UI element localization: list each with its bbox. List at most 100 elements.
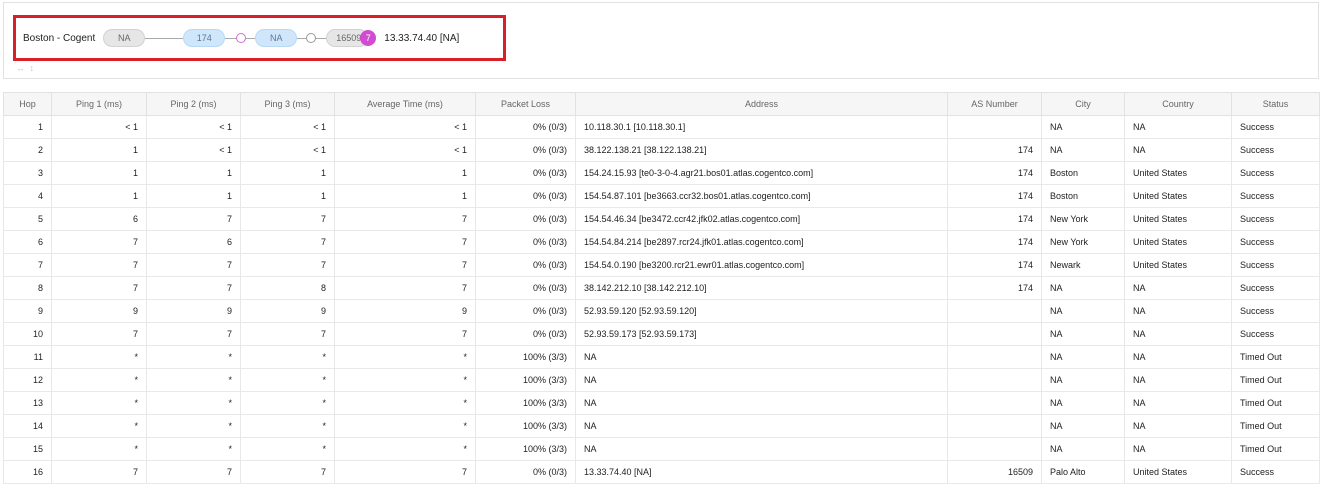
col-header-hop[interactable]: Hop bbox=[3, 92, 52, 116]
as-number-cell bbox=[947, 437, 1042, 461]
as-number-cell bbox=[947, 115, 1042, 139]
col-header-as-number[interactable]: AS Number bbox=[947, 92, 1042, 116]
table-row[interactable]: 6 7 6 7 7 0% (0/3) 154.54.84.214 [be2897.rcr24… bbox=[3, 230, 1320, 254]
path-connector bbox=[297, 37, 307, 39]
path-node-2[interactable]: 174 bbox=[183, 29, 226, 47]
table-row[interactable]: 7 7 7 7 7 0% (0/3) 154.54.0.190 [be3200.rcr21.… bbox=[3, 253, 1320, 277]
table-row[interactable]: 16 7 7 7 7 0% (0/3) 13.33.74.40 [NA] 16509 Palo … bbox=[3, 460, 1320, 484]
col-header-packet-loss[interactable]: Packet Loss bbox=[475, 92, 576, 116]
city-cell: NA bbox=[1041, 115, 1125, 139]
table-row[interactable]: 10 7 7 7 7 0% (0/3) 52.93.59.173 [52.93.59.173… bbox=[3, 322, 1320, 346]
packet-loss-cell: 0% (0/3) bbox=[475, 299, 576, 323]
country-cell: United States bbox=[1124, 253, 1232, 277]
table-row[interactable]: 1 < 1 < 1 < 1 < 1 0% (0/3) 10.118.30.1 [10.118… bbox=[3, 115, 1320, 139]
packet-loss-cell: 0% (0/3) bbox=[475, 230, 576, 254]
table-row[interactable]: 9 9 9 9 9 0% (0/3) 52.93.59.120 [52.93.59.120]… bbox=[3, 299, 1320, 323]
table-row[interactable]: 2 1 < 1 < 1 < 1 0% (0/3) 38.122.138.21 [38.122… bbox=[3, 138, 1320, 162]
packet-loss-cell: 0% (0/3) bbox=[475, 207, 576, 231]
path-connector bbox=[225, 37, 237, 39]
ping2-cell: 7 bbox=[146, 460, 241, 484]
expand-icon[interactable]: ↔ ↕ bbox=[16, 63, 35, 73]
average-cell: 7 bbox=[334, 460, 476, 484]
city-cell: NA bbox=[1041, 368, 1125, 392]
address-cell: 13.33.74.40 [NA] bbox=[575, 460, 948, 484]
table-row[interactable]: 14 * * * * 100% (3/3) NA NA NA Timed Out bbox=[3, 414, 1320, 438]
path-connector bbox=[246, 37, 256, 39]
ping2-cell: * bbox=[146, 414, 241, 438]
ping3-cell: * bbox=[240, 345, 335, 369]
ping2-cell: * bbox=[146, 391, 241, 415]
hop-cell: 6 bbox=[3, 230, 52, 254]
path-node-4[interactable]: 16509 7 bbox=[326, 29, 377, 47]
average-cell: 7 bbox=[334, 230, 476, 254]
ping2-cell: 6 bbox=[146, 230, 241, 254]
packet-loss-cell: 0% (0/3) bbox=[475, 138, 576, 162]
country-cell: NA bbox=[1124, 437, 1232, 461]
table-row[interactable]: 4 1 1 1 1 0% (0/3) 154.54.87.101 [be3663.ccr32… bbox=[3, 184, 1320, 208]
as-number-cell: 174 bbox=[947, 138, 1042, 162]
city-cell: NA bbox=[1041, 391, 1125, 415]
status-cell: Timed Out bbox=[1231, 414, 1320, 438]
average-cell: < 1 bbox=[334, 138, 476, 162]
city-cell: Boston bbox=[1041, 184, 1125, 208]
ping1-cell: 7 bbox=[51, 276, 147, 300]
as-number-cell: 174 bbox=[947, 230, 1042, 254]
table-row[interactable]: 15 * * * * 100% (3/3) NA NA NA Timed Out bbox=[3, 437, 1320, 461]
packet-loss-cell: 100% (3/3) bbox=[475, 345, 576, 369]
status-cell: Success bbox=[1231, 115, 1320, 139]
address-cell: 154.54.0.190 [be3200.rcr21.ewr01.atlas.c… bbox=[575, 253, 948, 277]
average-cell: * bbox=[334, 345, 476, 369]
country-cell: NA bbox=[1124, 299, 1232, 323]
col-header-city[interactable]: City bbox=[1041, 92, 1125, 116]
as-number-cell bbox=[947, 299, 1042, 323]
city-cell: NA bbox=[1041, 299, 1125, 323]
path-node-3[interactable]: NA bbox=[255, 29, 298, 47]
col-header-ping2[interactable]: Ping 2 (ms) bbox=[146, 92, 241, 116]
address-cell: 154.54.84.214 [be2897.rcr24.jfk01.atlas.… bbox=[575, 230, 948, 254]
ping1-cell: 1 bbox=[51, 184, 147, 208]
country-cell: NA bbox=[1124, 115, 1232, 139]
path-hop-dot[interactable] bbox=[306, 33, 317, 43]
table-row[interactable]: 13 * * * * 100% (3/3) NA NA NA Timed Out bbox=[3, 391, 1320, 415]
table-row[interactable]: 3 1 1 1 1 0% (0/3) 154.24.15.93 [te0-3-0-4.agr… bbox=[3, 161, 1320, 185]
table-row[interactable]: 8 7 7 8 7 0% (0/3) 38.142.212.10 [38.142.212.1… bbox=[3, 276, 1320, 300]
packet-loss-cell: 0% (0/3) bbox=[475, 184, 576, 208]
path-node-1[interactable]: NA bbox=[103, 29, 146, 47]
ping3-cell: 7 bbox=[240, 207, 335, 231]
ping3-cell: 7 bbox=[240, 253, 335, 277]
col-header-ping3[interactable]: Ping 3 (ms) bbox=[240, 92, 335, 116]
status-cell: Timed Out bbox=[1231, 437, 1320, 461]
packet-loss-cell: 0% (0/3) bbox=[475, 460, 576, 484]
hop-cell: 10 bbox=[3, 322, 52, 346]
packet-loss-cell: 0% (0/3) bbox=[475, 115, 576, 139]
city-cell: Boston bbox=[1041, 161, 1125, 185]
path-connector bbox=[145, 37, 184, 39]
address-cell: 10.118.30.1 [10.118.30.1] bbox=[575, 115, 948, 139]
packet-loss-cell: 0% (0/3) bbox=[475, 253, 576, 277]
table-row[interactable]: 5 6 7 7 7 0% (0/3) 154.54.46.34 [be3472.ccr42.… bbox=[3, 207, 1320, 231]
table-row[interactable]: 12 * * * * 100% (3/3) NA NA NA Timed Out bbox=[3, 368, 1320, 392]
col-header-address[interactable]: Address bbox=[575, 92, 948, 116]
col-header-average[interactable]: Average Time (ms) bbox=[334, 92, 476, 116]
col-header-country[interactable]: Country bbox=[1124, 92, 1232, 116]
country-cell: United States bbox=[1124, 161, 1232, 185]
col-header-status[interactable]: Status bbox=[1231, 92, 1320, 116]
address-cell: 154.24.15.93 [te0-3-0-4.agr21.bos01.atla… bbox=[575, 161, 948, 185]
country-cell: United States bbox=[1124, 184, 1232, 208]
status-cell: Timed Out bbox=[1231, 391, 1320, 415]
table-row[interactable]: 11 * * * * 100% (3/3) NA NA NA Timed Out bbox=[3, 345, 1320, 369]
country-cell: NA bbox=[1124, 138, 1232, 162]
hop-cell: 11 bbox=[3, 345, 52, 369]
ping1-cell: 1 bbox=[51, 161, 147, 185]
ping1-cell: 6 bbox=[51, 207, 147, 231]
address-cell: 38.122.138.21 [38.122.138.21] bbox=[575, 138, 948, 162]
address-cell: NA bbox=[575, 414, 948, 438]
col-header-ping1[interactable]: Ping 1 (ms) bbox=[51, 92, 147, 116]
ping3-cell: 1 bbox=[240, 184, 335, 208]
path-hop-dot[interactable] bbox=[236, 33, 247, 43]
address-cell: 154.54.87.101 [be3663.ccr32.bos01.atlas.… bbox=[575, 184, 948, 208]
ping1-cell: * bbox=[51, 437, 147, 461]
hops-table: Hop Ping 1 (ms) Ping 2 (ms) Ping 3 (ms) … bbox=[3, 92, 1320, 484]
status-cell: Success bbox=[1231, 276, 1320, 300]
country-cell: United States bbox=[1124, 230, 1232, 254]
